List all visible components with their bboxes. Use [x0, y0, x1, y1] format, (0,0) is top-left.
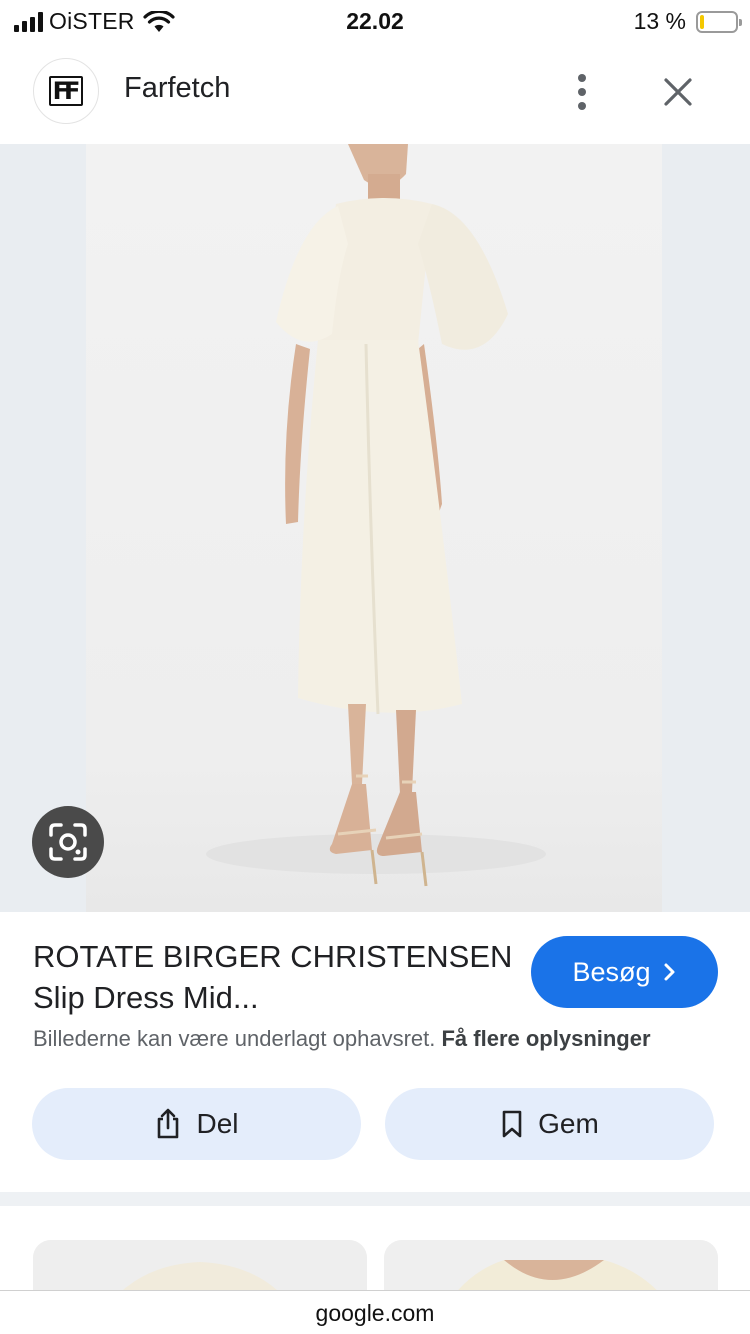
- save-button[interactable]: Gem: [385, 1088, 714, 1160]
- dress-illustration: [206, 144, 546, 887]
- battery-percent: 13 %: [633, 8, 686, 34]
- share-button[interactable]: Del: [32, 1088, 361, 1160]
- battery-icon: [696, 10, 742, 33]
- status-right: 13 %: [633, 8, 742, 35]
- more-info-link[interactable]: Få flere oplysninger: [441, 1026, 650, 1051]
- site-name[interactable]: Farfetch: [124, 72, 230, 105]
- more-vert-icon[interactable]: [566, 70, 598, 114]
- share-icon: [158, 1108, 179, 1139]
- copyright-notice: Billederne kan være underlagt ophavsret.…: [33, 1026, 651, 1052]
- viewer-header: FF Farfetch: [0, 44, 750, 144]
- section-divider: [0, 1192, 750, 1206]
- result-title[interactable]: ROTATE BIRGER CHRISTENSEN Slip Dress Mid…: [33, 936, 513, 1018]
- save-label: Gem: [538, 1108, 599, 1139]
- copyright-text: Billederne kan være underlagt ophavsret.: [33, 1026, 436, 1051]
- site-logo-text: FF: [48, 76, 84, 106]
- bookmark-icon: [502, 1110, 522, 1138]
- chevron-right-icon: [664, 963, 675, 981]
- image-preview[interactable]: [0, 144, 750, 912]
- status-bar: OiSTER 22.02 13 %: [0, 0, 750, 44]
- google-lens-icon[interactable]: [32, 806, 104, 878]
- close-icon[interactable]: [658, 72, 698, 112]
- visit-label: Besøg: [572, 956, 651, 987]
- lens-glyph-icon: [49, 823, 87, 861]
- visit-button[interactable]: Besøg: [531, 936, 718, 1008]
- related-results: [0, 1206, 750, 1290]
- result-info: ROTATE BIRGER CHRISTENSEN Slip Dress Mid…: [0, 912, 750, 1192]
- share-label: Del: [196, 1108, 239, 1139]
- product-photo: [86, 144, 662, 912]
- url-bar[interactable]: google.com: [0, 1290, 750, 1334]
- farfetch-logo-icon[interactable]: FF: [33, 58, 99, 124]
- battery-fill: [700, 14, 704, 29]
- related-thumbnail[interactable]: [384, 1240, 718, 1290]
- related-thumbnail[interactable]: [33, 1240, 367, 1290]
